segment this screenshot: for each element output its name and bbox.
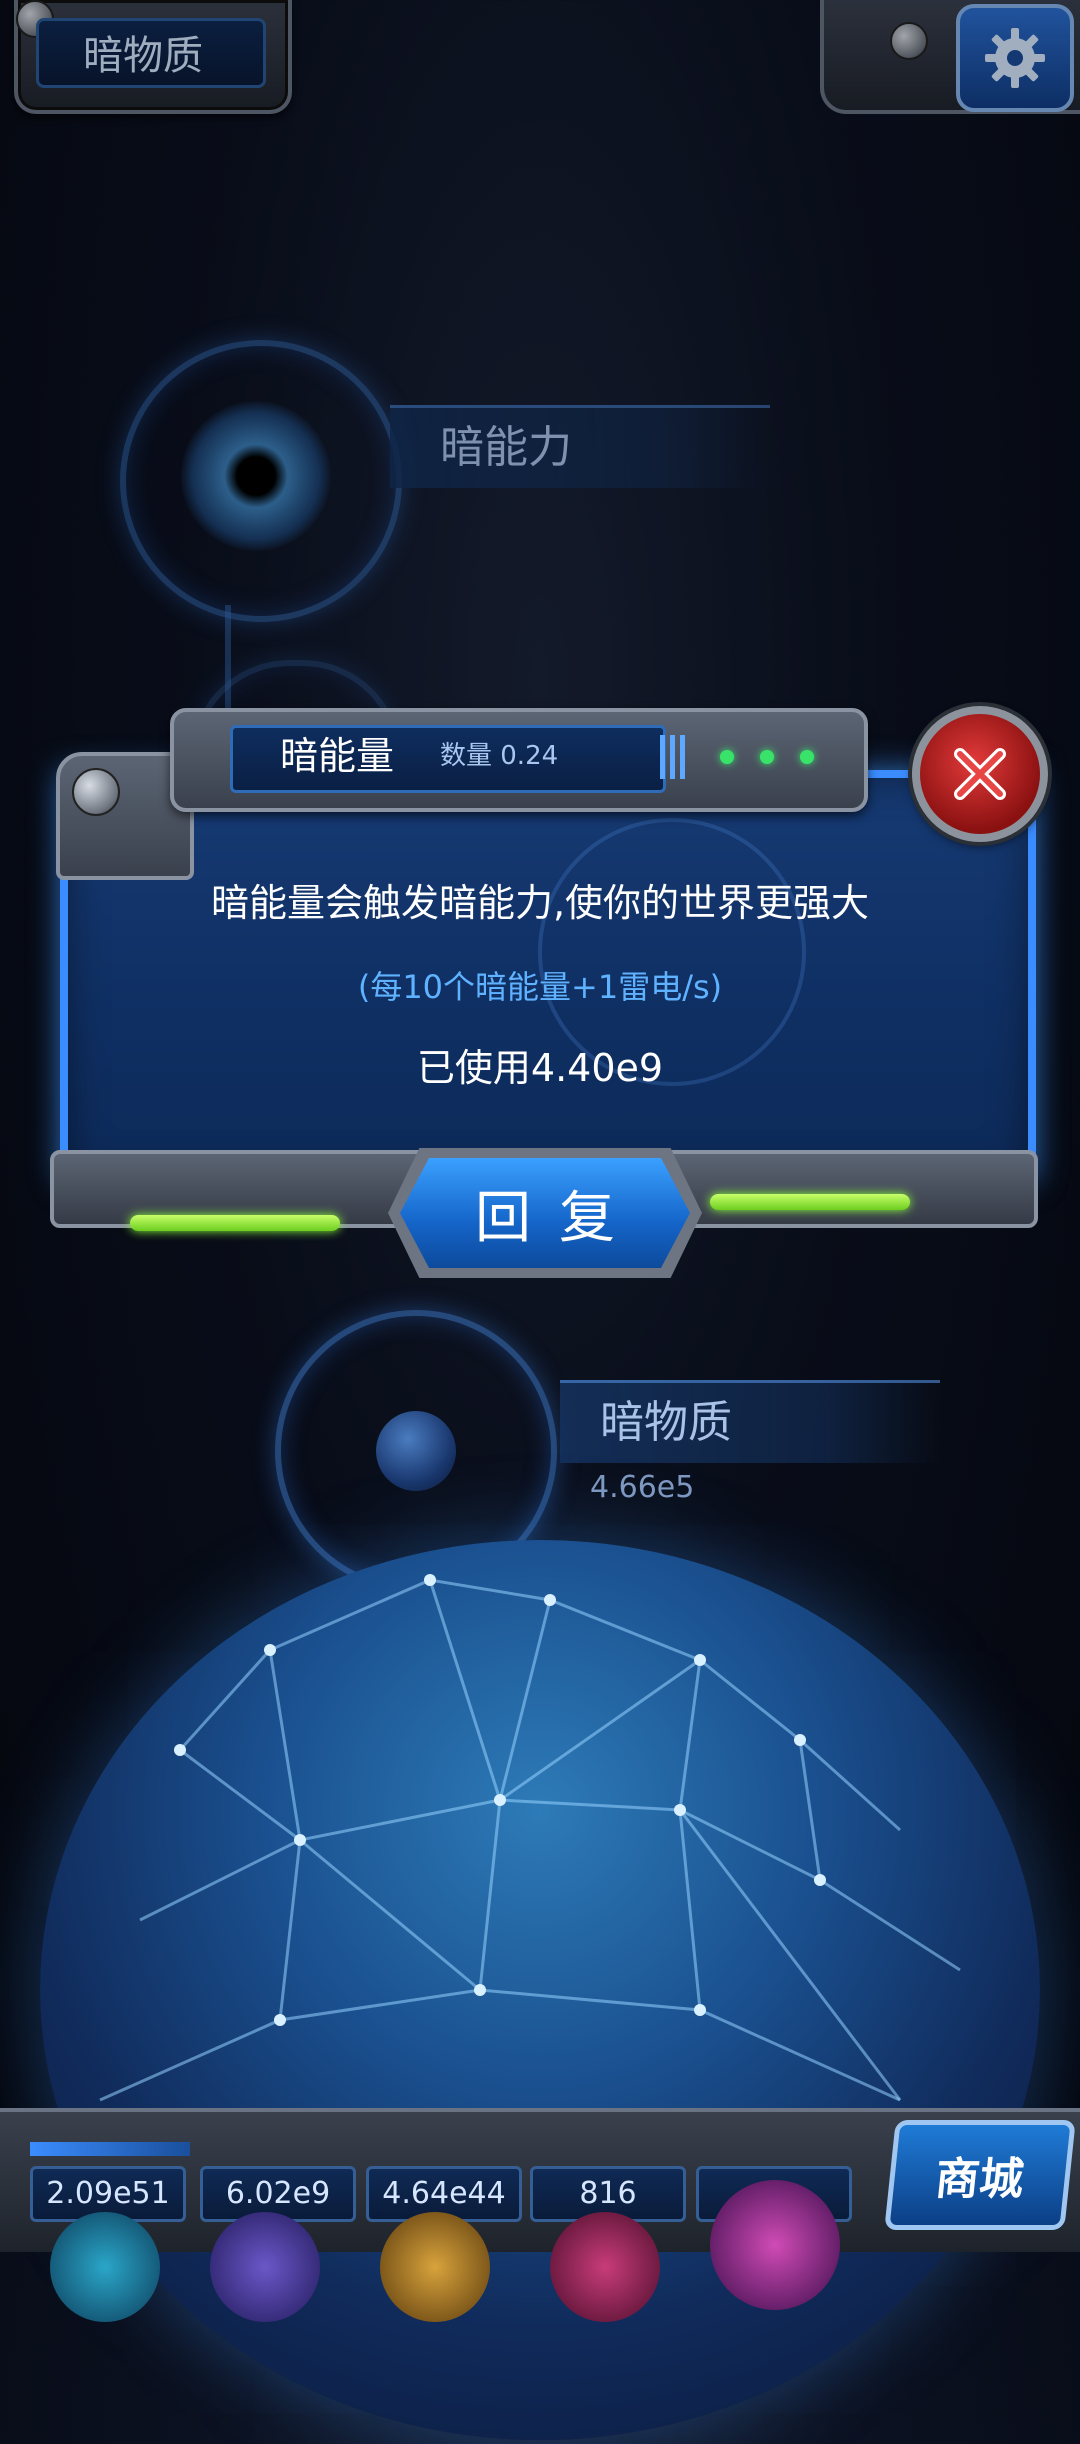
modal-effect: (每10个暗能量+1雷电/s) [357, 968, 723, 1006]
resource-icon[interactable] [210, 2212, 320, 2322]
dark-energy-count: 数量 0.24 [440, 741, 559, 771]
world-planet[interactable] [40, 1540, 1040, 2440]
planet-mesh [99, 1574, 961, 2102]
modal-description: 暗能量会触发暗能力,使你的世界更强大 [210, 881, 870, 925]
resource-icon[interactable] [550, 2212, 660, 2322]
dark-matter-label-bar: 暗物质 [560, 1380, 940, 1463]
restore-button[interactable]: 回复 [400, 1158, 690, 1268]
close-icon [954, 748, 1006, 800]
resource-icon[interactable] [50, 2212, 160, 2322]
shop-button[interactable]: 商城 [884, 2120, 1076, 2230]
progress-strip [30, 2142, 190, 2156]
energy-bar-left [130, 1215, 340, 1231]
screw-icon [72, 768, 120, 816]
status-light-icon [720, 750, 734, 764]
planet-icon [376, 1411, 456, 1491]
dark-matter-value: 4.66e5 [590, 1470, 695, 1505]
close-button[interactable] [912, 706, 1048, 842]
vent-decoration [660, 735, 690, 779]
used-amount: 已使用4.40e9 [416, 1046, 664, 1090]
status-light-icon [800, 750, 814, 764]
energy-bar-right [710, 1194, 910, 1210]
vortex-icon[interactable] [710, 2180, 840, 2310]
dark-matter-label: 暗物质 [600, 1397, 732, 1448]
status-light-icon [760, 750, 774, 764]
resource-icon[interactable] [380, 2212, 490, 2322]
modal-title: 暗能量 [280, 734, 395, 778]
